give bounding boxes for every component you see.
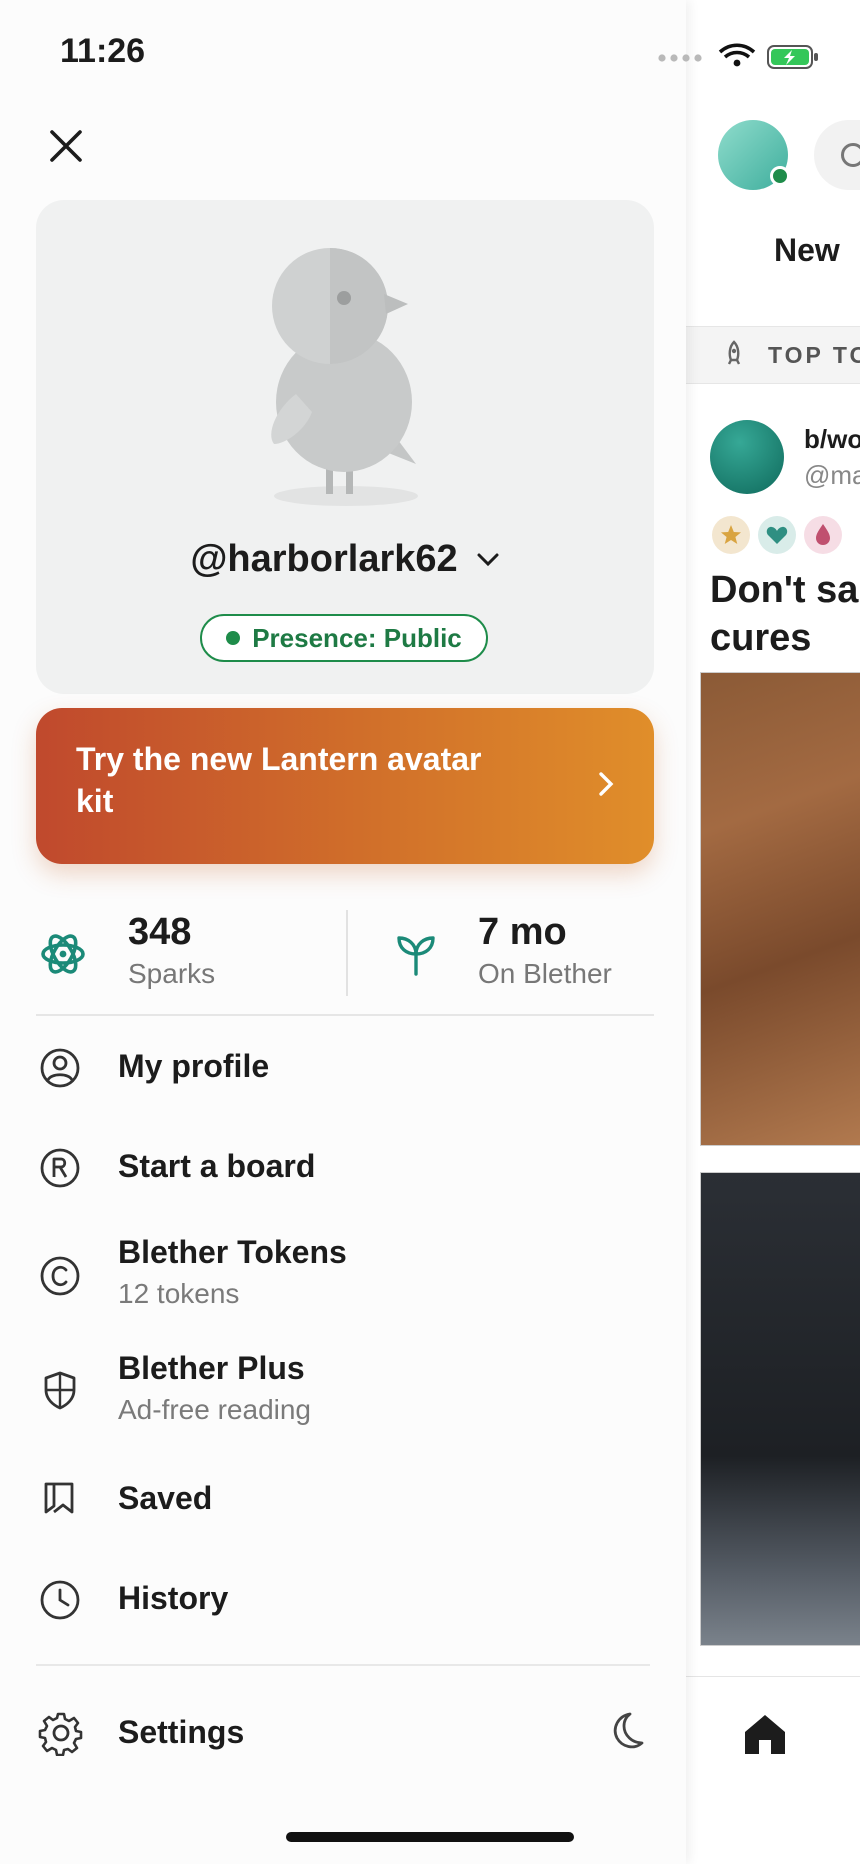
post-title-line-1: Don't sa: [710, 569, 859, 611]
menu-item-blether-plus[interactable]: Blether Plus Ad-free reading: [0, 1346, 686, 1436]
menu-item-history[interactable]: History: [0, 1568, 686, 1628]
post-title[interactable]: Don't sa cures: [710, 566, 860, 662]
post-username[interactable]: @ma: [804, 460, 860, 491]
menu-divider: [36, 1664, 650, 1666]
menu-item-blether-tokens[interactable]: Blether Tokens 12 tokens: [0, 1230, 686, 1320]
heart-award-icon: [758, 516, 796, 554]
post-board-avatar[interactable]: [710, 420, 784, 494]
tab-new[interactable]: New: [774, 232, 840, 269]
online-indicator: [770, 166, 790, 186]
menu-label-history: History: [118, 1580, 229, 1616]
rocket-icon: [727, 340, 741, 365]
gear-icon: [38, 1712, 83, 1756]
home-icon[interactable]: [742, 1712, 788, 1756]
clock-icon: [40, 1580, 80, 1620]
promo-banner[interactable]: Try the new Lantern avatar kit: [36, 708, 654, 864]
section-title: TOP TO: [768, 342, 860, 368]
sprout-icon: [397, 936, 435, 976]
shield-icon: [44, 1371, 76, 1410]
sparks-stat[interactable]: 348 Sparks: [128, 912, 215, 992]
presence-dot: [226, 631, 241, 645]
username-label: @harborlark62: [190, 538, 458, 580]
chevron-down-icon: [477, 553, 499, 566]
menu-sub-blether-tokens: 12 tokens: [118, 1278, 240, 1309]
tenure-stat[interactable]: 7 mo On Blether: [478, 912, 612, 992]
moon-icon[interactable]: [606, 1710, 646, 1752]
promo-text: Try the new Lantern avatar kit: [76, 741, 482, 819]
menu-label-blether-tokens: Blether Tokens: [118, 1234, 347, 1270]
copyright-icon: [40, 1256, 80, 1296]
menu-label-saved: Saved: [118, 1480, 213, 1516]
bottom-tab-bar: [686, 1676, 860, 1864]
drop-award-icon: [804, 516, 842, 554]
bookmark-icon: [44, 1482, 74, 1514]
stats-row: 348 Sparks 7 mo On Blether: [36, 900, 654, 1016]
presence-label: Presence: Public: [252, 622, 462, 653]
side-drawer: 11:26 @harborlark62 Presence: Public Try…: [0, 0, 818, 1864]
atom-icon: [41, 934, 85, 974]
registered-icon: [40, 1148, 80, 1188]
menu-item-start-board[interactable]: Start a board: [0, 1136, 686, 1196]
chevron-right-icon: [599, 772, 614, 796]
home-indicator: [286, 1832, 574, 1842]
close-icon[interactable]: [40, 120, 92, 172]
menu-item-my-profile[interactable]: My profile: [0, 1036, 686, 1096]
stats-divider: [346, 910, 348, 996]
menu-label-blether-plus: Blether Plus: [118, 1350, 305, 1386]
sparks-label: Sparks: [128, 958, 216, 989]
menu-label-my-profile: My profile: [118, 1048, 270, 1084]
post-title-line-2: cures: [710, 617, 812, 659]
user-circle-icon: [40, 1048, 80, 1088]
menu-item-saved[interactable]: Saved: [0, 1468, 686, 1528]
star-award-icon: [712, 516, 750, 554]
username-row[interactable]: @harborlark62: [36, 538, 654, 581]
status-icons: [658, 43, 818, 69]
menu-label-settings: Settings: [118, 1714, 245, 1750]
presence-badge[interactable]: Presence: Public: [200, 614, 488, 662]
menu-sub-blether-plus: Ad-free reading: [118, 1394, 312, 1425]
tenure-label: On Blether: [478, 958, 612, 989]
background-feed: New TOP TO b/wo @ma Don't sa cures: [686, 0, 860, 1864]
profile-card: @harborlark62 Presence: Public: [36, 200, 654, 694]
menu-label-start-board: Start a board: [118, 1148, 316, 1184]
post-image-woodshavings[interactable]: [700, 672, 860, 1146]
menu-item-settings[interactable]: Settings: [0, 1702, 560, 1762]
search-icon: [841, 143, 860, 167]
post-board-name[interactable]: b/wo: [804, 424, 860, 455]
avatar-placeholder-mascot[interactable]: [266, 244, 466, 514]
sparks-value: 348: [128, 911, 192, 953]
status-time: 11:26: [60, 32, 146, 70]
tenure-value: 7 mo: [478, 911, 567, 953]
post-image-person[interactable]: [700, 1172, 860, 1646]
